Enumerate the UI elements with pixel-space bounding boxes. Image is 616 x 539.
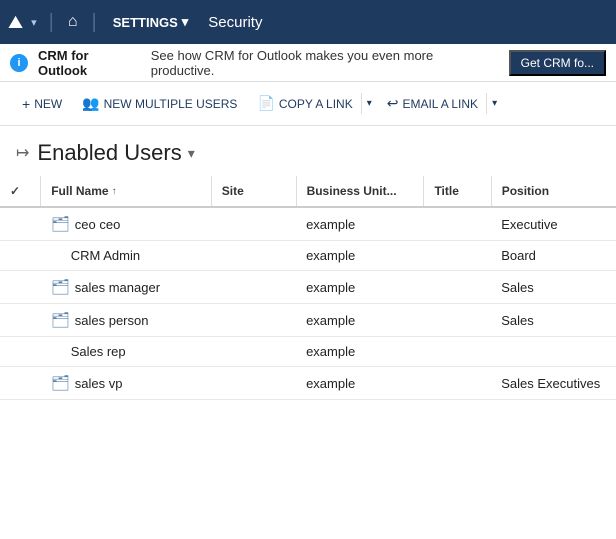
row-title bbox=[424, 304, 491, 337]
home-icon[interactable]: ⌂ bbox=[62, 9, 84, 35]
logo: ⛰ bbox=[8, 12, 23, 33]
logo-icon: ⛰ bbox=[8, 12, 23, 33]
banner-cta-button[interactable]: Get CRM fo... bbox=[509, 50, 606, 76]
row-fullname: CRM Admin bbox=[41, 241, 212, 271]
users-table: ✓ Full Name ↑ Site Business Unit... Titl… bbox=[0, 176, 616, 400]
row-check-cell[interactable] bbox=[0, 367, 41, 400]
nav-separator-2: | bbox=[92, 11, 97, 34]
pin-icon: ↦ bbox=[16, 143, 29, 163]
row-fullname: 🗂ceo ceo bbox=[41, 207, 212, 241]
action-toolbar: + NEW 👥 NEW MULTIPLE USERS 📄 COPY A LINK… bbox=[0, 82, 616, 126]
row-title bbox=[424, 367, 491, 400]
col-header-site[interactable]: Site bbox=[211, 176, 296, 207]
user-hierarchy-icon: 🗂 bbox=[51, 278, 70, 296]
row-fullname: Sales rep bbox=[41, 337, 212, 367]
row-business-unit: example bbox=[296, 367, 424, 400]
settings-button[interactable]: SETTINGS ▾ bbox=[105, 10, 197, 34]
copy-icon: 📄 bbox=[257, 95, 274, 112]
email-link-group: ↩ EMAIL A LINK ▾ bbox=[377, 90, 502, 117]
email-link-dropdown[interactable]: ▾ bbox=[486, 93, 502, 114]
row-check-cell[interactable] bbox=[0, 271, 41, 304]
table-row: CRM Admin example Board bbox=[0, 241, 616, 271]
row-business-unit: example bbox=[296, 207, 424, 241]
col-header-business-unit[interactable]: Business Unit... bbox=[296, 176, 424, 207]
table-row: 🗂sales vp example Sales Executives bbox=[0, 367, 616, 400]
nav-separator-1: | bbox=[49, 11, 54, 34]
col-header-title[interactable]: Title bbox=[424, 176, 491, 207]
row-position: Board bbox=[491, 241, 616, 271]
banner-text: See how CRM for Outlook makes you even m… bbox=[151, 48, 499, 78]
row-title bbox=[424, 271, 491, 304]
user-hierarchy-icon: 🗂 bbox=[51, 311, 70, 329]
new-multiple-button[interactable]: 👥 NEW MULTIPLE USERS bbox=[72, 90, 247, 117]
row-title bbox=[424, 241, 491, 271]
sort-icon: ↑ bbox=[112, 186, 117, 197]
col-header-fullname[interactable]: Full Name ↑ bbox=[41, 176, 212, 207]
copy-link-dropdown[interactable]: ▾ bbox=[361, 93, 377, 114]
banner-info-icon: i bbox=[10, 54, 28, 72]
page-header: ↦ Enabled Users ▾ bbox=[0, 126, 616, 176]
copy-link-group: 📄 COPY A LINK ▾ bbox=[247, 90, 376, 117]
logo-dropdown[interactable]: ▾ bbox=[27, 14, 41, 31]
row-fullname: 🗂sales person bbox=[41, 304, 212, 337]
email-link-button[interactable]: ↩ EMAIL A LINK bbox=[377, 90, 488, 117]
row-title bbox=[424, 337, 491, 367]
row-position: Executive bbox=[491, 207, 616, 241]
row-fullname: 🗂sales manager bbox=[41, 271, 212, 304]
page-title: Enabled Users bbox=[37, 140, 181, 166]
row-fullname: 🗂sales vp bbox=[41, 367, 212, 400]
col-header-check[interactable]: ✓ bbox=[0, 176, 41, 207]
row-site bbox=[211, 367, 296, 400]
new-icon: + bbox=[22, 96, 30, 112]
email-icon: ↩ bbox=[387, 95, 399, 112]
row-business-unit: example bbox=[296, 337, 424, 367]
banner-title: CRM for Outlook bbox=[38, 48, 141, 78]
row-check-cell[interactable] bbox=[0, 241, 41, 271]
row-check-cell[interactable] bbox=[0, 337, 41, 367]
row-business-unit: example bbox=[296, 304, 424, 337]
row-check-cell[interactable] bbox=[0, 207, 41, 241]
row-site bbox=[211, 337, 296, 367]
copy-link-button[interactable]: 📄 COPY A LINK bbox=[247, 90, 362, 117]
row-position: Sales bbox=[491, 304, 616, 337]
row-position: Sales bbox=[491, 271, 616, 304]
col-header-position[interactable]: Position bbox=[491, 176, 616, 207]
row-site bbox=[211, 271, 296, 304]
user-hierarchy-icon: 🗂 bbox=[51, 215, 70, 233]
table-row: 🗂sales manager example Sales bbox=[0, 271, 616, 304]
row-check-cell[interactable] bbox=[0, 304, 41, 337]
table-row: Sales rep example bbox=[0, 337, 616, 367]
table-header-row: ✓ Full Name ↑ Site Business Unit... Titl… bbox=[0, 176, 616, 207]
new-multiple-icon: 👥 bbox=[82, 95, 99, 112]
page-title-dropdown[interactable]: ▾ bbox=[188, 145, 195, 162]
new-button[interactable]: + NEW bbox=[12, 91, 72, 117]
row-site bbox=[211, 241, 296, 271]
table-row: 🗂sales person example Sales bbox=[0, 304, 616, 337]
row-position: Sales Executives bbox=[491, 367, 616, 400]
top-navigation: ⛰ ▾ | ⌂ | SETTINGS ▾ Security bbox=[0, 0, 616, 44]
row-business-unit: example bbox=[296, 241, 424, 271]
row-position bbox=[491, 337, 616, 367]
security-label: Security bbox=[208, 14, 262, 31]
user-hierarchy-icon: 🗂 bbox=[51, 374, 70, 392]
table-row: 🗂ceo ceo example Executive bbox=[0, 207, 616, 241]
row-title bbox=[424, 207, 491, 241]
outlook-banner: i CRM for Outlook See how CRM for Outloo… bbox=[0, 44, 616, 82]
row-site bbox=[211, 207, 296, 241]
new-multiple-group: 👥 NEW MULTIPLE USERS bbox=[72, 90, 247, 117]
row-business-unit: example bbox=[296, 271, 424, 304]
row-site bbox=[211, 304, 296, 337]
